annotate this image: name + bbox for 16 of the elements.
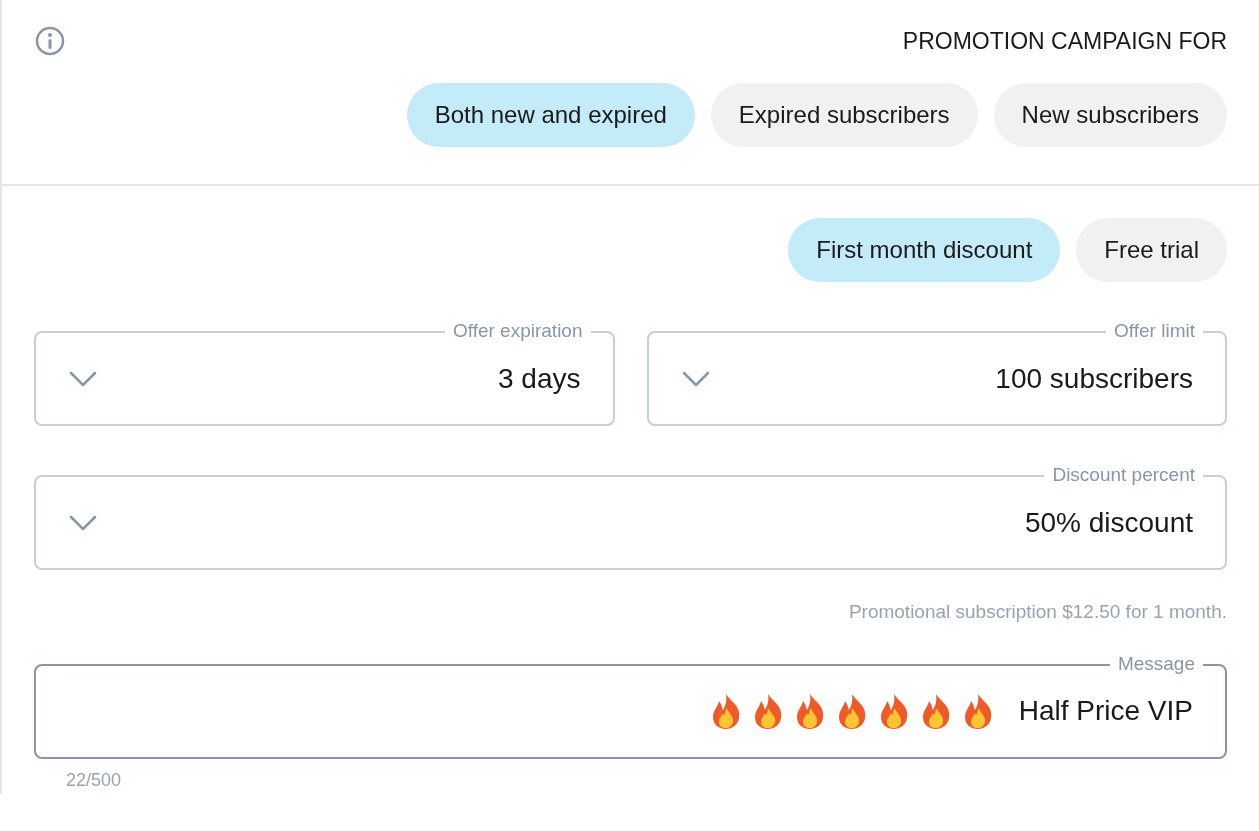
field-value: 3 days <box>498 361 581 396</box>
option-chip[interactable]: First month discount <box>788 218 1061 282</box>
chevron-down-icon <box>68 369 98 388</box>
field-value: 50% discount <box>1024 505 1193 540</box>
chevron-down-icon <box>68 513 98 532</box>
option-chip[interactable]: Both new and expired <box>406 82 695 147</box>
option-chip[interactable]: New subscribers <box>993 82 1227 147</box>
section-title: PROMOTION CAMPAIGN FOR <box>902 27 1227 56</box>
option-chip[interactable]: Expired subscribers <box>710 82 978 147</box>
option-chip[interactable]: Free trial <box>1076 218 1227 282</box>
chevron-down-icon <box>680 369 711 388</box>
field-value: 100 subscribers <box>995 361 1193 396</box>
info-icon[interactable] <box>34 25 66 58</box>
field-value: Half Price VIP <box>1018 694 1193 728</box>
character-counter: 22/500 <box>66 768 122 792</box>
helper-text: Promotional subscription $12.50 for 1 month. <box>848 600 1227 624</box>
